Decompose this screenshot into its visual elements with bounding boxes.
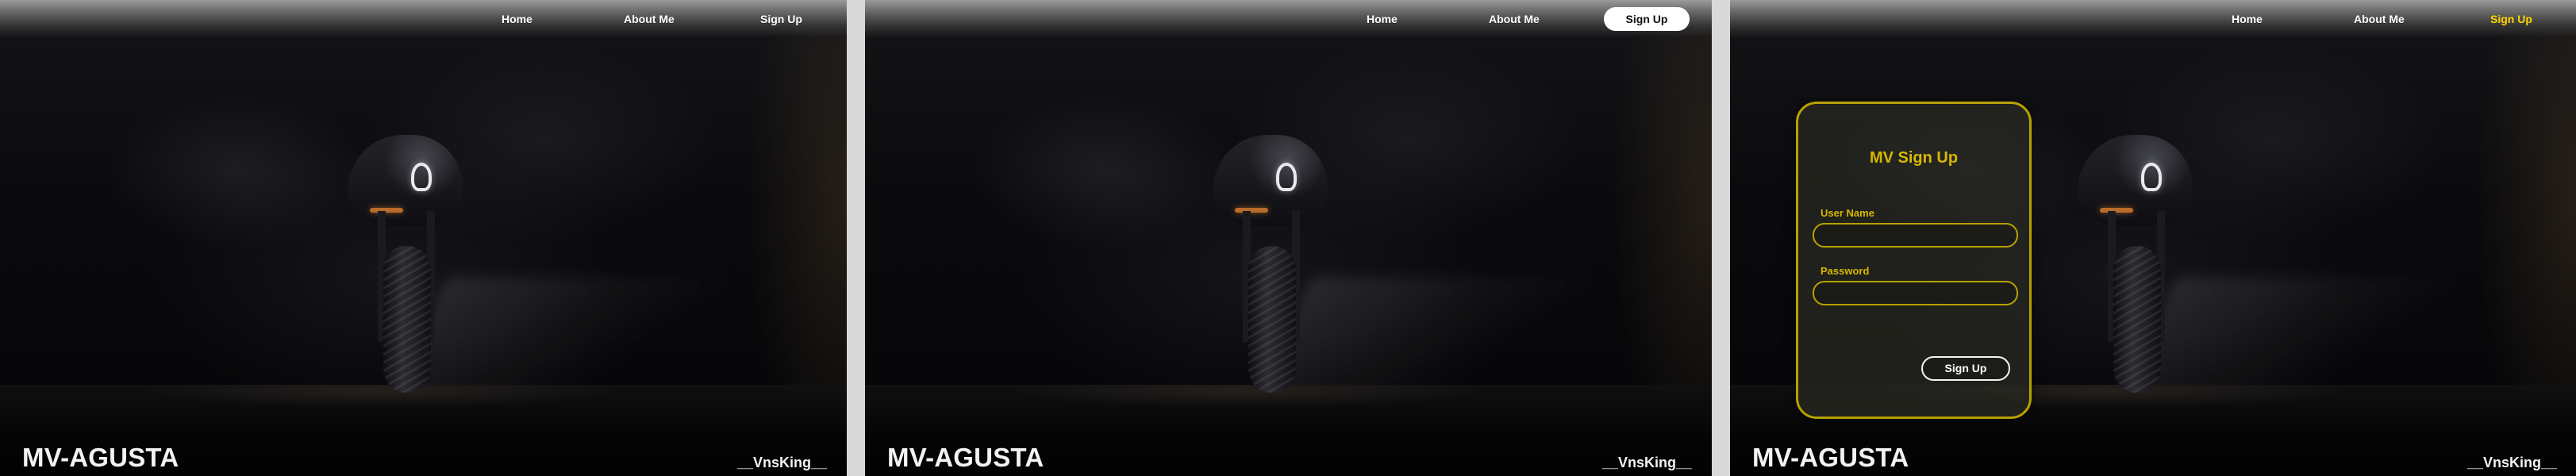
brand-title: MV-AGUSTA xyxy=(1752,443,1909,472)
headlight-icon xyxy=(2141,163,2162,191)
accent-light xyxy=(370,208,403,213)
author-signature: __VnsKing__ xyxy=(2467,455,2558,470)
signup-submit-button[interactable]: Sign Up xyxy=(1921,356,2010,381)
motorcycle-image xyxy=(348,135,475,393)
username-label: User Name xyxy=(1821,207,1874,219)
screenshot-strip: Home About Me Sign Up MV-AGUSTA __VnsKin… xyxy=(0,0,2576,476)
nav-about-link[interactable]: About Me xyxy=(2354,7,2405,31)
motorcycle-body xyxy=(348,135,463,226)
headlight-icon xyxy=(1276,163,1297,191)
password-input[interactable] xyxy=(1813,281,2018,305)
motorcycle-body xyxy=(1213,135,1328,226)
author-signature: __VnsKing__ xyxy=(737,455,828,470)
top-navigation: Home About Me Sign Up xyxy=(0,0,847,38)
signup-title: MV Sign Up xyxy=(1869,149,1959,167)
motorcycle-image xyxy=(1213,135,1340,393)
motorcycle-body xyxy=(2078,135,2193,226)
front-wheel xyxy=(383,246,431,393)
username-input[interactable] xyxy=(1813,223,2018,248)
front-wheel xyxy=(2113,246,2161,393)
front-wheel xyxy=(1248,246,1296,393)
nav-home-link[interactable]: Home xyxy=(1367,7,1398,31)
accent-light xyxy=(2100,208,2133,213)
nav-signup-link[interactable]: Sign Up xyxy=(760,7,802,31)
top-navigation: Home About Me Sign Up xyxy=(1730,0,2576,38)
motorcycle-image xyxy=(2078,135,2205,393)
screen-signup-hover: Home About Me Sign Up MV-AGUSTA __VnsKin… xyxy=(865,0,1712,476)
accent-light xyxy=(1235,208,1268,213)
password-label: Password xyxy=(1821,265,1870,277)
nav-about-link[interactable]: About Me xyxy=(624,7,675,31)
headlight-icon xyxy=(411,163,432,191)
signup-card: MV Sign Up User Name Password Sign Up xyxy=(1796,102,2032,419)
nav-about-link[interactable]: About Me xyxy=(1489,7,1540,31)
brand-title: MV-AGUSTA xyxy=(22,443,179,472)
brand-title: MV-AGUSTA xyxy=(887,443,1044,472)
screen-default: Home About Me Sign Up MV-AGUSTA __VnsKin… xyxy=(0,0,847,476)
author-signature: __VnsKing__ xyxy=(1602,455,1693,470)
nav-home-link[interactable]: Home xyxy=(502,7,533,31)
nav-signup-link[interactable]: Sign Up xyxy=(2490,7,2532,31)
screen-signup-modal: Home About Me Sign Up MV Sign Up User Na… xyxy=(1730,0,2576,476)
top-navigation: Home About Me Sign Up xyxy=(865,0,1712,38)
nav-signup-button[interactable]: Sign Up xyxy=(1604,7,1690,31)
nav-home-link[interactable]: Home xyxy=(2232,7,2263,31)
